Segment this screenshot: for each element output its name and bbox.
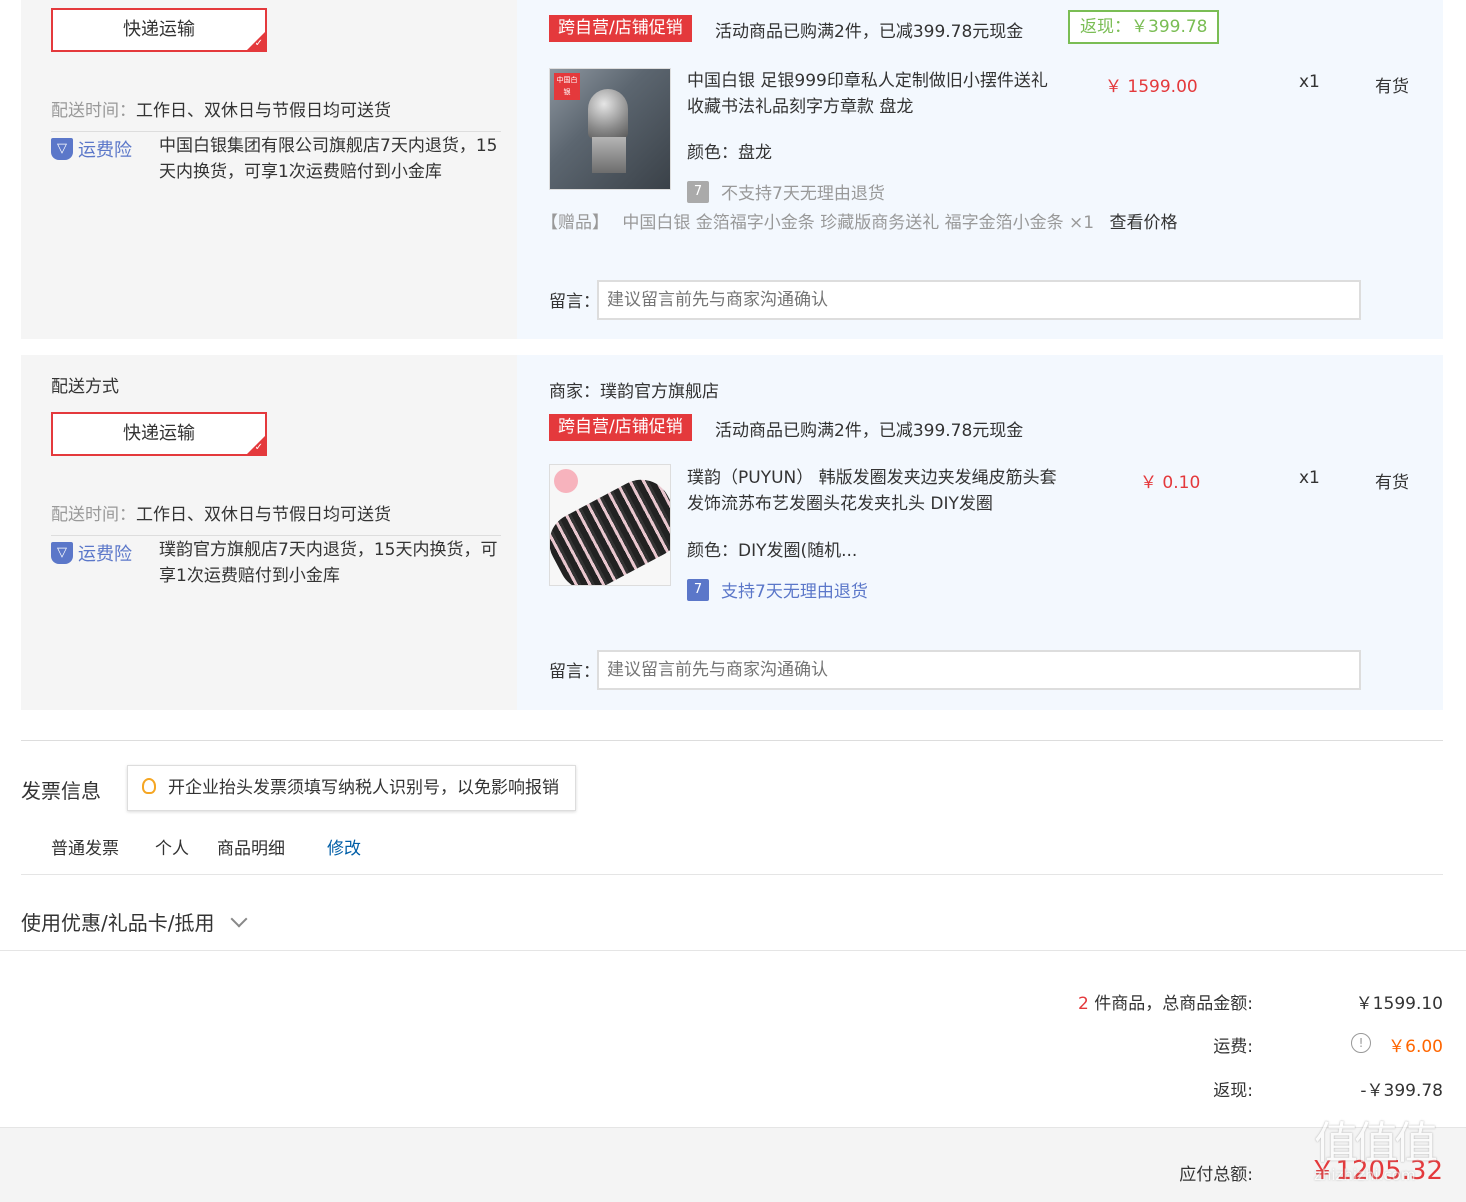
freight-insurance[interactable]: ▽ 运费险 bbox=[51, 136, 132, 162]
product-image[interactable] bbox=[549, 464, 671, 586]
shield-icon: ▽ bbox=[51, 542, 73, 564]
ship-method-label: 快递运输 bbox=[123, 423, 195, 444]
message-label: 留言： bbox=[549, 662, 600, 682]
product-name[interactable]: 中国白银 足银999印章私人定制做旧小摆件送礼收藏书法礼品刻字方章款 盘龙 bbox=[687, 68, 1057, 120]
chevron-down-icon bbox=[230, 910, 248, 928]
divider bbox=[51, 535, 501, 536]
invoice-type: 普通发票 bbox=[51, 839, 119, 859]
stock-status: 有货 bbox=[1375, 77, 1409, 97]
promo-text: 活动商品已购满2件，已减399.78元现金 bbox=[715, 421, 1024, 441]
payable-label: 应付总额: bbox=[1179, 1165, 1253, 1185]
promo-tag: 跨自营/店铺促销 bbox=[549, 15, 692, 42]
check-icon: ✓ bbox=[254, 38, 263, 49]
rebate-label: 返现: bbox=[1213, 1081, 1253, 1101]
order-block-1: 快递运输 ✓ 配送时间：工作日、双休日与节假日均可送货 ▽ 运费险 中国白银集团… bbox=[21, 0, 1443, 339]
freight-insurance-label: 运费险 bbox=[78, 140, 132, 161]
watermark-logo: 值值值 zhizhizhi.com bbox=[1314, 1118, 1459, 1198]
seven-day-icon: 7 bbox=[687, 578, 709, 601]
freight-insurance[interactable]: ▽ 运费险 bbox=[51, 540, 132, 566]
goods-count-label: 件商品，总商品金额: bbox=[1094, 994, 1253, 1014]
gift-label: 【赠品】 bbox=[541, 213, 609, 233]
bulb-icon bbox=[142, 778, 156, 794]
section-divider bbox=[0, 950, 1466, 951]
product-price: ￥ 0.10 bbox=[1140, 473, 1201, 493]
seal-base bbox=[592, 137, 626, 173]
stock-status: 有货 bbox=[1375, 473, 1409, 493]
coupon-label: 使用优惠/礼品卡/抵用 bbox=[21, 911, 215, 935]
product-image[interactable]: 中国白银 bbox=[549, 68, 671, 190]
ship-method-label: 快递运输 bbox=[123, 19, 195, 40]
return-policy[interactable]: 7 支持7天无理由退货 bbox=[687, 577, 868, 602]
shipping-panel: 快递运输 ✓ 配送时间：工作日、双休日与节假日均可送货 ▽ 运费险 中国白银集团… bbox=[21, 0, 517, 339]
rebate-badge: 返现：￥399.78 bbox=[1068, 10, 1220, 44]
watermark-sub: zhizhizhi.com bbox=[1314, 1166, 1416, 1184]
return-policy-text: 不支持7天无理由退货 bbox=[721, 184, 885, 204]
delivery-time: 配送时间：工作日、双休日与节假日均可送货 bbox=[51, 500, 391, 525]
delivery-time-label: 配送时间： bbox=[51, 101, 136, 121]
info-icon[interactable]: ! bbox=[1351, 1033, 1371, 1053]
product-name[interactable]: 璞韵（PUYUN） 韩版发圈发夹边夹发绳皮筋头套发饰流苏布艺发圈头花发夹扎头 D… bbox=[687, 465, 1057, 517]
brand-logo: 中国白银 bbox=[554, 73, 580, 100]
delivery-time: 配送时间：工作日、双休日与节假日均可送货 bbox=[51, 96, 391, 121]
return-policy: 7 不支持7天无理由退货 bbox=[687, 179, 885, 204]
invoice-edit-link[interactable]: 修改 bbox=[327, 834, 361, 859]
invoice-tip-text: 开企业抬头发票须填写纳税人识别号，以免影响报销 bbox=[168, 778, 559, 798]
seven-day-icon: 7 bbox=[687, 180, 709, 203]
section-divider bbox=[21, 740, 1443, 741]
delivery-time-value: 工作日、双休日与节假日均可送货 bbox=[136, 505, 391, 525]
gift-row: 【赠品】 中国白银 金箔福字小金条 珍藏版商务送礼 福字金箔小金条 ×1 查看价… bbox=[541, 208, 1178, 233]
promo-text: 活动商品已购满2件，已减399.78元现金 bbox=[715, 22, 1024, 42]
product-attr: 颜色：DIY发圈(随机... bbox=[687, 541, 858, 561]
divider bbox=[51, 131, 501, 132]
brand-logo bbox=[554, 469, 578, 493]
message-label: 留言： bbox=[549, 292, 600, 312]
gift-name: 中国白银 金箔福字小金条 珍藏版商务送礼 福字金箔小金条 ×1 bbox=[622, 213, 1095, 233]
seller-name[interactable]: 商家：璞韵官方旗舰店 bbox=[549, 377, 719, 402]
ship-method-button[interactable]: 快递运输 ✓ bbox=[51, 8, 267, 52]
insurance-desc: 璞韵官方旗舰店7天内退货，15天内换货，可享1次运费赔付到小金库 bbox=[159, 540, 498, 586]
section-divider bbox=[21, 874, 1443, 875]
return-policy-text: 支持7天无理由退货 bbox=[721, 582, 868, 602]
message-input[interactable] bbox=[597, 650, 1361, 690]
shipping-label: 运费: bbox=[1213, 1037, 1253, 1057]
invoice-title: 发票信息 bbox=[21, 779, 101, 803]
invoice-person: 个人 bbox=[155, 839, 189, 859]
goods-count-row: 2 件商品，总商品金额: bbox=[1078, 989, 1253, 1014]
product-panel: 跨自营/店铺促销 活动商品已购满2件，已减399.78元现金 返现：￥399.7… bbox=[517, 0, 1443, 339]
delivery-time-label: 配送时间： bbox=[51, 505, 136, 525]
goods-total: ￥1599.10 bbox=[1355, 994, 1443, 1014]
delivery-time-value: 工作日、双休日与节假日均可送货 bbox=[136, 101, 391, 121]
product-qty: x1 bbox=[1299, 468, 1320, 488]
shipping-panel: 配送方式 快递运输 ✓ 配送时间：工作日、双休日与节假日均可送货 ▽ 运费险 璞… bbox=[21, 355, 517, 710]
product-panel: 商家：璞韵官方旗舰店 跨自营/店铺促销 活动商品已购满2件，已减399.78元现… bbox=[517, 355, 1443, 710]
check-icon: ✓ bbox=[254, 442, 263, 453]
invoice-detail: 商品明细 bbox=[217, 839, 285, 859]
product-qty: x1 bbox=[1299, 72, 1320, 92]
message-input[interactable] bbox=[597, 280, 1361, 320]
goods-count: 2 bbox=[1078, 994, 1089, 1014]
payable-bar: 应付总额: ￥1205.32 bbox=[0, 1127, 1466, 1202]
promo-tag: 跨自营/店铺促销 bbox=[549, 414, 692, 441]
insurance-desc: 中国白银集团有限公司旗舰店7天内退货，15天内换货，可享1次运费赔付到小金库 bbox=[159, 136, 498, 182]
order-block-2: 配送方式 快递运输 ✓ 配送时间：工作日、双休日与节假日均可送货 ▽ 运费险 璞… bbox=[21, 355, 1443, 710]
view-price-link[interactable]: 查看价格 bbox=[1110, 213, 1178, 233]
freight-insurance-label: 运费险 bbox=[78, 544, 132, 565]
seal-figure bbox=[588, 89, 628, 139]
invoice-tip: 开企业抬头发票须填写纳税人识别号，以免影响报销 bbox=[127, 765, 576, 811]
shield-icon: ▽ bbox=[51, 138, 73, 160]
ship-method-button[interactable]: 快递运输 ✓ bbox=[51, 412, 267, 456]
coupon-toggle[interactable]: 使用优惠/礼品卡/抵用 bbox=[21, 907, 248, 936]
shipping-fee: ￥6.00 bbox=[1388, 1037, 1443, 1057]
rebate-amount: -￥399.78 bbox=[1360, 1081, 1443, 1101]
product-price: ￥ 1599.00 bbox=[1105, 77, 1198, 97]
watermark-main: 值值值 bbox=[1314, 1118, 1438, 1169]
ship-section-title: 配送方式 bbox=[51, 377, 119, 397]
product-attr: 颜色：盘龙 bbox=[687, 143, 772, 163]
